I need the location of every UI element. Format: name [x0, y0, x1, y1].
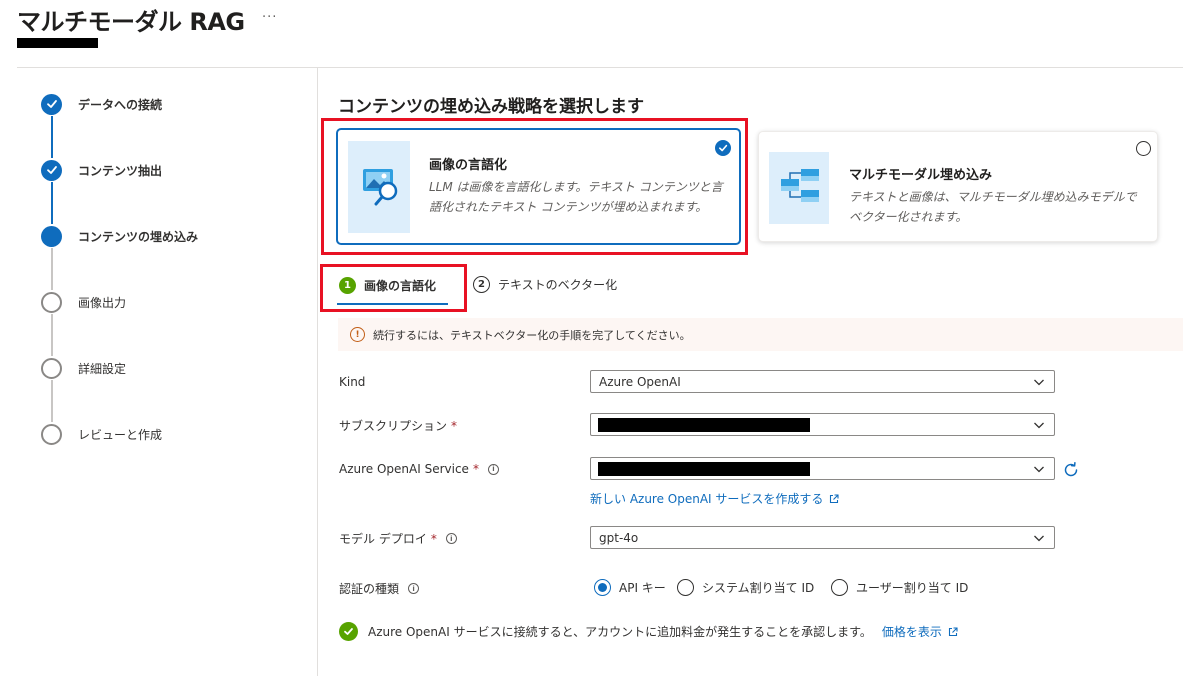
tab-text-vectorization[interactable]: 2 テキストのベクター化 — [473, 276, 617, 293]
subscription-label: サブスクリプション * — [339, 417, 457, 434]
header-divider — [17, 67, 1183, 68]
sidebar-divider — [317, 68, 318, 676]
pending-step-icon — [41, 423, 62, 445]
step-data-connection[interactable]: データへの接続 — [41, 93, 162, 115]
dropdown-value: Azure OpenAI — [599, 374, 681, 389]
step-connector — [51, 116, 53, 158]
warning-text: 続行するには、テキストベクター化の手順を完了してください。 — [373, 328, 691, 342]
warning-banner: ! 続行するには、テキストベクター化の手順を完了してください。 — [338, 318, 1183, 351]
radio-label: ユーザー割り当て ID — [856, 581, 969, 595]
subscription-dropdown[interactable] — [590, 413, 1055, 436]
step-label: コンテンツ抽出 — [78, 163, 163, 178]
step-number-badge: 1 — [339, 277, 356, 294]
radio-selected-icon — [594, 579, 611, 596]
deploy-dropdown[interactable]: gpt-4o — [590, 526, 1055, 549]
step-label: 詳細設定 — [78, 361, 127, 376]
redacted-value — [598, 462, 810, 476]
step-label: 画像出力 — [78, 295, 127, 310]
kind-dropdown[interactable]: Azure OpenAI — [590, 370, 1055, 393]
step-content-embedding[interactable]: コンテンツの埋め込み — [41, 225, 198, 247]
step-image-output[interactable]: 画像出力 — [41, 291, 126, 313]
field-label: モデル デプロイ — [339, 532, 427, 546]
dropdown-value: gpt-4o — [599, 530, 639, 545]
chevron-down-icon — [1034, 535, 1044, 542]
acknowledgement-text: Azure OpenAI サービスに接続すると、アカウントに追加料金が発生するこ… — [368, 625, 872, 639]
service-label: Azure OpenAI Service * i — [339, 462, 499, 476]
create-service-link[interactable]: 新しい Azure OpenAI サービスを作成する — [590, 490, 839, 507]
active-tab-indicator — [337, 303, 448, 305]
service-dropdown[interactable] — [590, 457, 1055, 480]
tab-label: 画像の言語化 — [364, 279, 437, 293]
step-connector — [51, 380, 53, 422]
chevron-down-icon — [1034, 422, 1044, 429]
unselected-radio-icon — [1136, 141, 1151, 156]
tab-image-verbalization[interactable]: 1 画像の言語化 — [339, 277, 436, 294]
required-mark: * — [430, 531, 437, 546]
field-label: 認証の種類 — [339, 582, 400, 596]
radio-unselected-icon — [831, 579, 848, 596]
step-label: レビューと作成 — [78, 427, 163, 442]
tab-label: テキストのベクター化 — [498, 278, 618, 292]
external-link-icon — [830, 493, 839, 503]
step-advanced-settings[interactable]: 詳細設定 — [41, 357, 126, 379]
field-label: サブスクリプション — [339, 419, 448, 433]
step-connector — [51, 182, 53, 224]
radio-api-key[interactable]: API キー — [594, 579, 666, 596]
check-icon — [41, 159, 62, 181]
auth-label: 認証の種類 i — [339, 580, 420, 597]
card-title: 画像の言語化 — [429, 158, 508, 173]
section-heading: コンテンツの埋め込み戦略を選択します — [338, 97, 644, 117]
pending-step-icon — [41, 291, 62, 313]
radio-label: システム割り当て ID — [702, 581, 815, 595]
external-link-icon — [948, 626, 958, 636]
step-connector — [51, 248, 53, 290]
card-image-verbalization[interactable]: 画像の言語化 LLM は画像を言語化します。テキスト コンテンツと言語化されたテ… — [336, 128, 741, 245]
image-verbalization-icon — [348, 141, 410, 233]
redacted-value — [598, 418, 810, 432]
field-label: Azure OpenAI Service — [339, 462, 469, 476]
card-title: マルチモーダル埋め込み — [849, 168, 993, 183]
more-options-icon[interactable]: ··· — [262, 10, 277, 25]
chevron-down-icon — [1034, 379, 1044, 386]
radio-label: API キー — [619, 581, 666, 595]
step-label: データへの接続 — [78, 97, 163, 112]
required-mark: * — [472, 462, 479, 476]
link-text: 新しい Azure OpenAI サービスを作成する — [590, 492, 824, 506]
required-mark: * — [451, 418, 458, 433]
page-title: マルチモーダル RAG — [17, 8, 245, 36]
card-multimodal-embedding[interactable]: マルチモーダル埋め込み テキストと画像は、マルチモーダル埋め込みモデルでベクター… — [758, 131, 1158, 242]
kind-label: Kind — [339, 375, 365, 389]
link-text: 価格を表示 — [881, 625, 942, 639]
info-icon[interactable]: i — [408, 583, 420, 594]
success-check-icon[interactable] — [339, 622, 358, 641]
current-step-icon — [41, 225, 62, 247]
info-icon[interactable]: i — [487, 463, 499, 475]
field-label: Kind — [339, 375, 366, 389]
refresh-icon[interactable] — [1062, 461, 1080, 479]
step-review-create[interactable]: レビューと作成 — [41, 423, 162, 445]
deploy-label: モデル デプロイ * i — [339, 530, 457, 547]
pending-step-icon — [41, 357, 62, 379]
view-pricing-link[interactable]: 価格を表示 — [882, 623, 958, 640]
card-description: テキストと画像は、マルチモーダル埋め込みモデルでベクター化されます。 — [849, 190, 1137, 224]
card-description: LLM は画像を言語化します。テキスト コンテンツと言語化されたテキスト コンテ… — [429, 180, 723, 214]
redacted-subtitle — [17, 38, 98, 48]
chevron-down-icon — [1034, 466, 1044, 473]
selected-check-icon — [715, 140, 731, 156]
warning-icon: ! — [350, 327, 365, 342]
acknowledgement-row: Azure OpenAI サービスに接続すると、アカウントに追加料金が発生するこ… — [339, 622, 958, 641]
step-label: コンテンツの埋め込み — [78, 229, 199, 244]
check-icon — [41, 93, 62, 115]
step-number-badge: 2 — [473, 276, 490, 293]
radio-system-assigned-id[interactable]: システム割り当て ID — [677, 579, 814, 596]
step-content-extraction[interactable]: コンテンツ抽出 — [41, 159, 162, 181]
step-connector — [51, 314, 53, 356]
radio-unselected-icon — [677, 579, 694, 596]
radio-user-assigned-id[interactable]: ユーザー割り当て ID — [831, 579, 968, 596]
multimodal-embedding-icon — [769, 152, 829, 224]
info-icon[interactable]: i — [445, 533, 457, 544]
